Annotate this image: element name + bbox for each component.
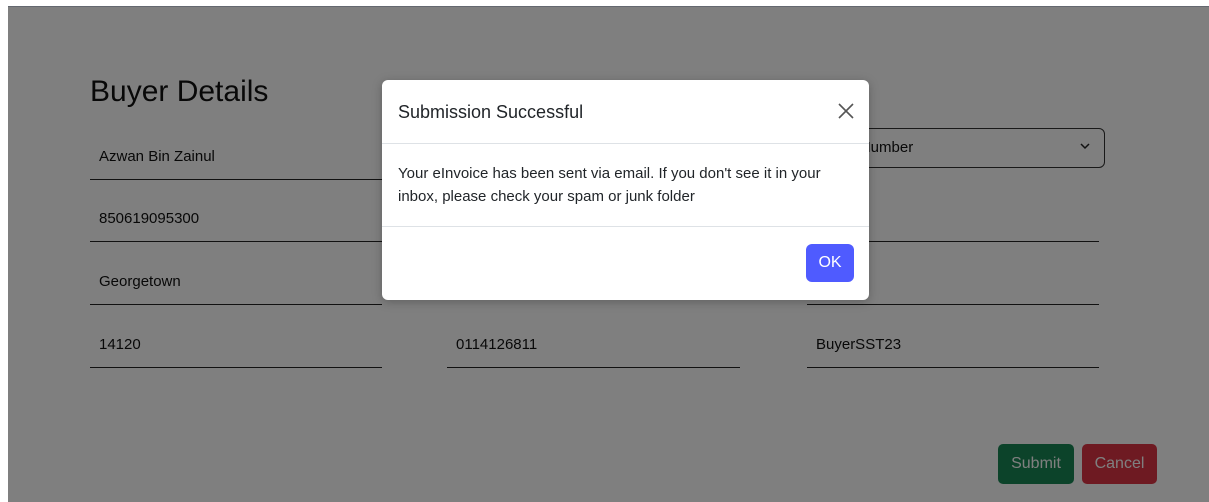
ok-button[interactable]: OK	[806, 244, 854, 282]
modal-header: Submission Successful	[382, 80, 869, 144]
close-icon[interactable]	[837, 102, 855, 120]
success-modal: Submission Successful Your eInvoice has …	[382, 80, 869, 300]
modal-title: Submission Successful	[398, 102, 584, 122]
modal-footer: OK	[382, 227, 869, 300]
modal-message: Your eInvoice has been sent via email. I…	[382, 144, 869, 227]
